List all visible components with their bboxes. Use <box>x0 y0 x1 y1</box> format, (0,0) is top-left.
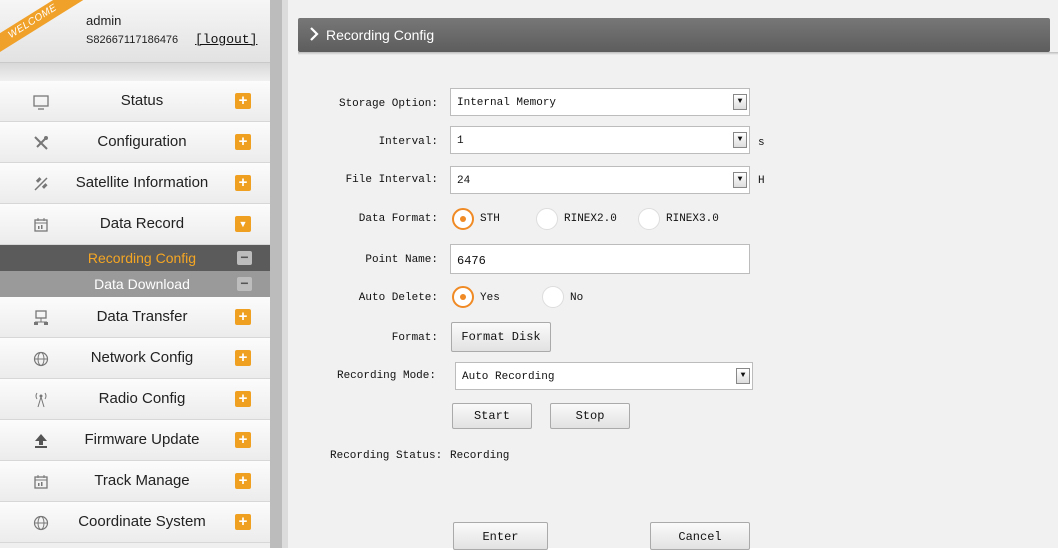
expand-plus-icon[interactable]: + <box>235 134 251 150</box>
start-button[interactable]: Start <box>452 403 532 429</box>
nav-item-configuration[interactable]: Configuration + <box>0 122 270 163</box>
enter-button[interactable]: Enter <box>453 522 548 550</box>
data-format-rinex2-radio[interactable] <box>536 208 558 230</box>
nav-label: Radio Config <box>98 390 186 407</box>
expand-plus-icon[interactable]: + <box>235 391 251 407</box>
auto-delete-no-radio[interactable] <box>542 286 564 308</box>
file-interval-value: 24 <box>457 175 471 187</box>
point-name-label: Point Name: <box>365 254 438 266</box>
data-format-option: RINEX2.0 <box>564 213 617 225</box>
calendar-icon <box>32 216 50 234</box>
main-panel: Recording Config Storage Option: Interna… <box>288 0 1058 550</box>
monitor-icon <box>32 93 50 111</box>
recording-config-form: Storage Option: Internal Memory ▼ Interv… <box>288 0 1058 550</box>
auto-delete-option: Yes <box>480 292 500 304</box>
user-box: WELCOME admin S82667117186476 [logout] <box>0 0 270 63</box>
minus-icon: − <box>237 276 252 291</box>
nav-label: Firmware Update <box>84 431 200 448</box>
nav-label: Status <box>120 92 164 109</box>
nav-label: Data Record <box>99 215 185 232</box>
device-serial: S82667117186476 <box>86 34 179 46</box>
data-format-rinex3-radio[interactable] <box>638 208 660 230</box>
interval-label: Interval: <box>378 136 438 148</box>
subnav-item-data-download[interactable]: Data Download − <box>0 271 270 297</box>
expand-plus-icon[interactable]: + <box>235 309 251 325</box>
globe-icon <box>32 350 50 368</box>
nav-item-status[interactable]: Status + <box>0 81 270 122</box>
subnav-label: Recording Config <box>87 250 197 266</box>
dropdown-arrow-icon: ▼ <box>733 172 747 188</box>
data-format-label: Data Format: <box>358 213 438 225</box>
tools-icon <box>32 134 50 152</box>
file-interval-select[interactable]: 24 ▼ <box>450 166 750 194</box>
subnav-label: Data Download <box>94 276 190 292</box>
welcome-ribbon: WELCOME <box>0 0 84 58</box>
expand-plus-icon[interactable]: + <box>235 350 251 366</box>
recording-status-value: Recording <box>450 450 510 462</box>
nav-item-data-transfer[interactable]: Data Transfer + <box>0 297 270 338</box>
format-label: Format: <box>391 332 438 344</box>
file-interval-unit: H <box>758 175 765 187</box>
storage-option-value: Internal Memory <box>457 97 557 109</box>
expand-plus-icon[interactable]: + <box>235 473 251 489</box>
logout-link[interactable]: [logout] <box>195 32 257 47</box>
interval-select[interactable]: 1 ▼ <box>450 126 750 154</box>
stop-button[interactable]: Stop <box>550 403 630 429</box>
sidebar-divider <box>270 0 282 548</box>
dropdown-arrow-icon: ▼ <box>733 94 747 110</box>
expand-plus-icon[interactable]: + <box>235 175 251 191</box>
nav-item-firmware-update[interactable]: Firmware Update + <box>0 420 270 461</box>
collapse-down-icon[interactable]: ▼ <box>235 216 251 232</box>
recording-mode-label: Recording Mode: <box>336 370 436 382</box>
network-transfer-icon <box>32 309 50 327</box>
subnav-item-recording-config[interactable]: Recording Config − <box>0 245 270 271</box>
recording-status-label: Recording Status: <box>330 450 443 462</box>
nav-label: Satellite Information <box>75 174 209 191</box>
point-name-input[interactable]: 6476 <box>450 244 750 274</box>
interval-value: 1 <box>457 135 464 147</box>
format-disk-button[interactable]: Format Disk <box>451 322 551 352</box>
nav-label: Network Config <box>90 349 194 366</box>
interval-unit: s <box>758 137 765 149</box>
globe-icon <box>32 514 50 532</box>
data-format-option: RINEX3.0 <box>666 213 719 225</box>
nav-label: Configuration <box>97 133 187 150</box>
data-format-sth-radio[interactable] <box>452 208 474 230</box>
nav-item-track-manage[interactable]: Track Manage + <box>0 461 270 502</box>
storage-option-label: Storage Option: <box>338 98 438 110</box>
expand-plus-icon[interactable]: + <box>235 432 251 448</box>
nav-item-radio-config[interactable]: Radio Config + <box>0 379 270 420</box>
dropdown-arrow-icon: ▼ <box>736 368 750 384</box>
nav-menu: Status + Configuration + Satellite Infor… <box>0 81 270 543</box>
nav-item-satellite-information[interactable]: Satellite Information + <box>0 163 270 204</box>
antenna-icon <box>32 391 50 409</box>
nav-strip <box>0 63 270 81</box>
auto-delete-label: Auto Delete: <box>358 292 438 304</box>
point-name-value: 6476 <box>457 254 486 268</box>
auto-delete-yes-radio[interactable] <box>452 286 474 308</box>
expand-plus-icon[interactable]: + <box>235 93 251 109</box>
nav-item-network-config[interactable]: Network Config + <box>0 338 270 379</box>
nav-label: Coordinate System <box>78 513 206 530</box>
nav-label: Data Transfer <box>96 308 188 325</box>
nav-item-coordinate-system[interactable]: Coordinate System + <box>0 502 270 543</box>
auto-delete-option: No <box>570 292 584 304</box>
cancel-button[interactable]: Cancel <box>650 522 750 550</box>
minus-icon: − <box>237 250 252 265</box>
data-format-option: STH <box>480 213 500 225</box>
user-name: admin <box>86 13 122 28</box>
nav-item-data-record[interactable]: Data Record ▼ <box>0 204 270 245</box>
file-interval-label: File Interval: <box>345 174 438 186</box>
dropdown-arrow-icon: ▼ <box>733 132 747 148</box>
expand-plus-icon[interactable]: + <box>235 514 251 530</box>
recording-mode-value: Auto Recording <box>462 371 555 383</box>
nav-label: Track Manage <box>94 472 190 489</box>
sidebar: WELCOME admin S82667117186476 [logout] S… <box>0 0 270 548</box>
satellite-icon <box>32 175 50 193</box>
upload-icon <box>32 432 50 450</box>
storage-option-select[interactable]: Internal Memory ▼ <box>450 88 750 116</box>
calendar-icon <box>32 473 50 491</box>
recording-mode-select[interactable]: Auto Recording ▼ <box>455 362 753 390</box>
